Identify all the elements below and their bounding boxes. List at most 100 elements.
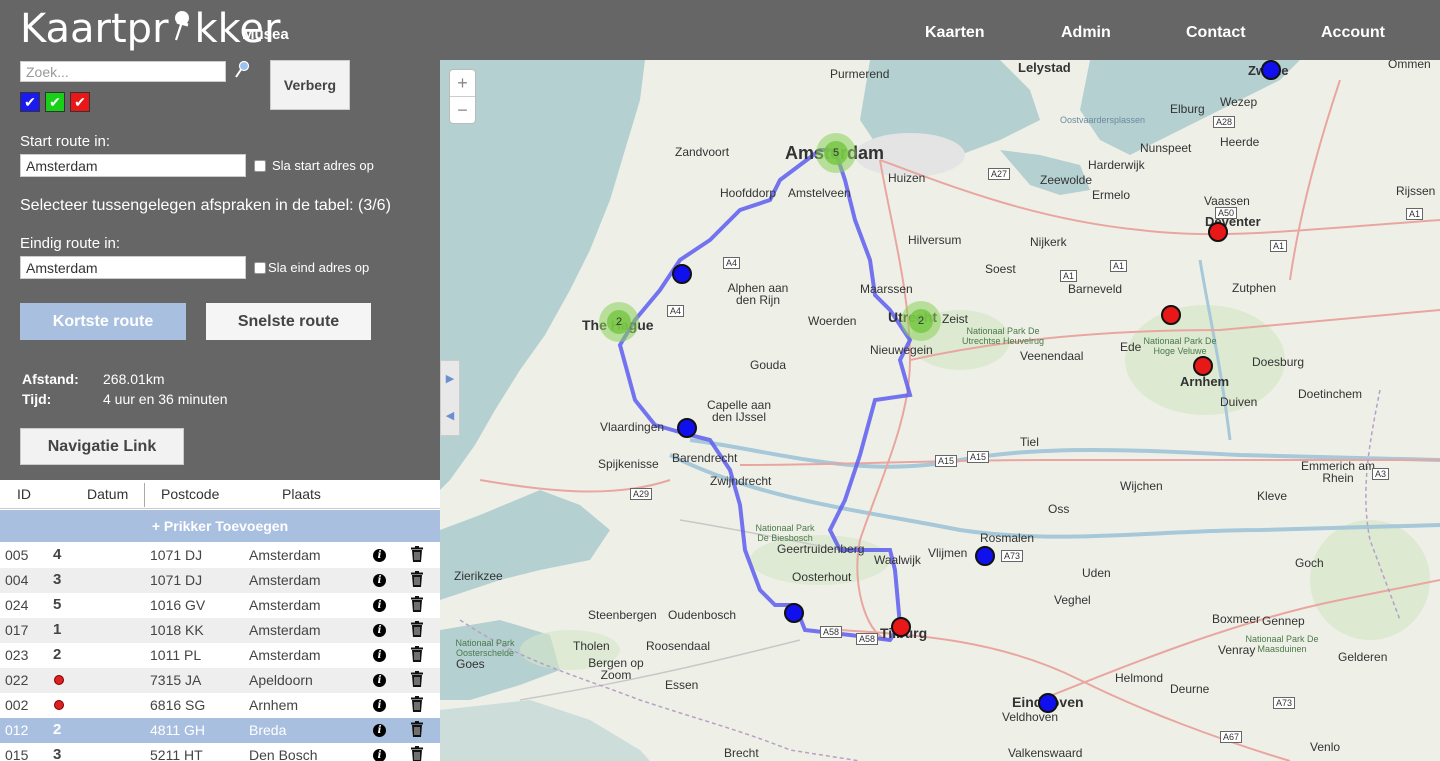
map-marker-red[interactable] [891,617,911,637]
save-end-checkbox[interactable] [254,262,266,274]
info-icon[interactable]: i [373,699,386,712]
map-label: Oudenbosch [668,608,737,622]
row-datum: 3 [53,746,62,761]
row-datum: 4 [53,546,62,563]
road-shield: A15 [935,455,958,467]
map-marker-blue[interactable] [1261,60,1281,80]
map-label: Veghel [1054,593,1091,607]
row-plaats: Amsterdam [249,547,321,563]
map-label: Uden [1082,566,1111,580]
info-icon[interactable]: i [373,599,386,612]
filter-green-checkbox[interactable]: ✔ [45,92,65,112]
marker-cluster[interactable]: 5 [816,133,856,173]
zoom-out-button[interactable]: − [450,97,475,124]
hide-button[interactable]: Verberg [270,60,350,110]
row-postcode: 6816 SG [150,697,206,713]
map-label: Huizen [888,171,926,185]
checkmark-icon: ✔ [74,94,86,110]
end-address-input[interactable] [20,256,246,279]
map-label: Vlijmen [928,546,968,560]
nav-admin[interactable]: Admin [1061,24,1111,42]
map-name[interactable]: Musea [242,26,289,43]
fastest-route-button[interactable]: Snelste route [206,303,371,340]
table-row[interactable]: 005 4 1071 DJ Amsterdam i [0,543,440,568]
nav-kaarten[interactable]: Kaarten [925,24,985,42]
map-label: Vlaardingen [600,420,665,434]
start-address-input[interactable] [20,154,246,177]
table-row[interactable]: 024 5 1016 GV Amsterdam i [0,593,440,618]
save-start-checkbox[interactable] [254,160,266,172]
map-label: Oosterhout [792,570,852,584]
info-icon[interactable]: i [373,549,386,562]
trash-icon[interactable] [410,621,424,637]
expand-right-icon[interactable]: ▶ [441,361,459,398]
map-label: Hoofddorp [720,186,777,200]
map-marker-red[interactable] [1208,222,1228,242]
map-marker-blue[interactable] [677,418,697,438]
shortest-route-button[interactable]: Kortste route [20,303,186,340]
table-row[interactable]: 022 7315 JA Apeldoorn i [0,668,440,693]
table-row[interactable]: 012 2 4811 GH Breda i [0,718,440,743]
row-datum: 2 [53,721,62,738]
map-label: Doesburg [1252,355,1305,369]
navigation-link-button[interactable]: Navigatie Link [20,428,184,465]
map-marker-blue[interactable] [672,264,692,284]
zoom-in-button[interactable]: + [450,70,475,97]
marker-cluster[interactable]: 2 [901,301,941,341]
info-icon[interactable]: i [373,674,386,687]
table-row[interactable]: 017 1 1018 KK Amsterdam i [0,618,440,643]
map-marker-red[interactable] [1193,356,1213,376]
map-view[interactable]: + − ▶ ◀ Amsterdam The Hague Utrecht Tilb… [440,60,1440,761]
time-label: Tijd: [22,391,52,407]
map-marker-blue[interactable] [784,603,804,623]
nav-contact[interactable]: Contact [1186,24,1246,42]
trash-icon[interactable] [410,646,424,662]
road-shield: A28 [1213,116,1236,128]
table-row[interactable]: 015 3 5211 HT Den Bosch i [0,743,440,761]
col-datum[interactable]: Datum [87,486,128,502]
map-label: Spijkenisse [598,457,659,471]
marker-cluster[interactable]: 2 [599,302,639,342]
row-postcode: 1071 DJ [150,572,203,588]
trash-icon[interactable] [410,671,424,687]
map-label: Elburg [1170,102,1205,116]
table-row[interactable]: 023 2 1011 PL Amsterdam i [0,643,440,668]
info-icon[interactable]: i [373,574,386,587]
road-shield: A1 [1060,270,1078,282]
search-icon[interactable] [233,60,251,80]
trash-icon[interactable] [410,696,424,712]
info-icon[interactable]: i [373,724,386,737]
road-shield: A1 [1406,208,1424,220]
road-shield: A1 [1110,260,1128,272]
map-label: Nationaal Park De Hoge Veluwe [1143,336,1217,356]
add-pin-button[interactable]: + Prikker Toevoegen [0,510,440,542]
map-marker-blue[interactable] [975,546,995,566]
map-marker-red[interactable] [1161,305,1181,325]
trash-icon[interactable] [410,546,424,562]
map-label: Waalwijk [874,553,921,567]
trash-icon[interactable] [410,596,424,612]
nav-account[interactable]: Account [1321,24,1385,42]
map-marker-blue[interactable] [1038,693,1058,713]
col-postcode[interactable]: Postcode [161,486,219,502]
col-id[interactable]: ID [17,486,31,502]
filter-red-checkbox[interactable]: ✔ [70,92,90,112]
filter-blue-checkbox[interactable]: ✔ [20,92,40,112]
table-row[interactable]: 002 6816 SG Arnhem i [0,693,440,718]
map-label: Barendrecht [672,451,738,465]
red-dot-icon [54,675,64,685]
map-label: Hilversum [908,233,962,247]
info-icon[interactable]: i [373,624,386,637]
search-input[interactable] [20,61,226,82]
trash-icon[interactable] [410,721,424,737]
table-row[interactable]: 004 3 1071 DJ Amsterdam i [0,568,440,593]
info-icon[interactable]: i [373,749,386,761]
info-icon[interactable]: i [373,649,386,662]
trash-icon[interactable] [410,571,424,587]
collapse-left-icon[interactable]: ◀ [441,398,459,435]
map-label: Nationaal Park De Utrechtse Heuvelrug [961,326,1045,346]
col-plaats[interactable]: Plaats [282,486,321,502]
map-label: Barneveld [1068,282,1123,296]
row-plaats: Den Bosch [249,747,318,761]
trash-icon[interactable] [410,746,424,761]
